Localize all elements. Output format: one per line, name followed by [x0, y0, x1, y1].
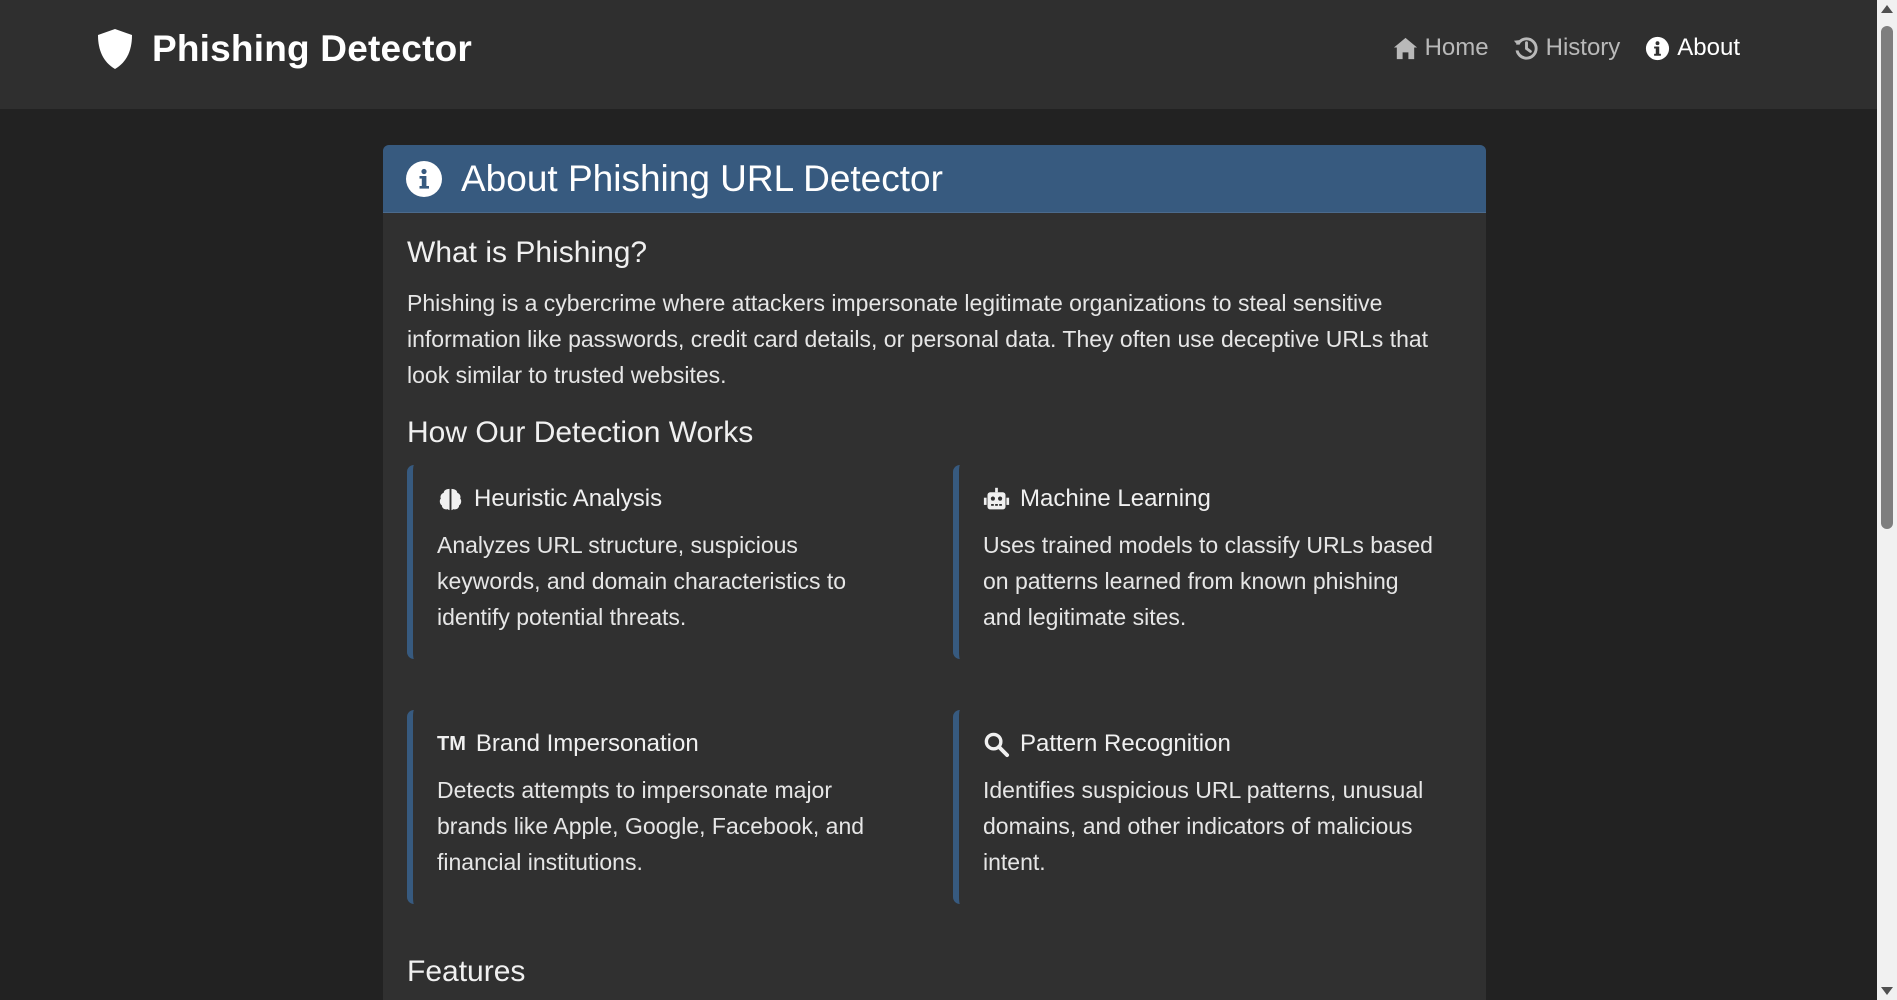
- brain-icon: [439, 488, 462, 510]
- page: Phishing Detector Home History About Abo…: [0, 0, 1897, 1000]
- brand-link[interactable]: Phishing Detector: [96, 28, 472, 70]
- scroll-up-arrow[interactable]: [1881, 5, 1893, 13]
- page-scrollbar[interactable]: [1877, 0, 1897, 1000]
- features-heading: Features: [407, 955, 526, 988]
- card-header: About Phishing URL Detector: [383, 145, 1486, 213]
- method-title-row: TM Brand Impersonation: [437, 730, 899, 758]
- method-title-row: Heuristic Analysis: [437, 485, 899, 513]
- brand-title: Phishing Detector: [152, 28, 472, 69]
- nav-links: Home History About: [1392, 34, 1740, 62]
- method-card-machine-learning: Machine Learning Uses trained models to …: [953, 465, 1445, 659]
- nav-history[interactable]: History: [1513, 34, 1621, 62]
- method-title: Brand Impersonation: [475, 730, 699, 757]
- method-card-pattern-recognition: Pattern Recognition Identifies suspiciou…: [953, 710, 1445, 904]
- scrollbar-thumb[interactable]: [1881, 26, 1893, 529]
- trademark-icon: TM: [437, 732, 466, 755]
- method-card-brand-impersonation: TM Brand Impersonation Detects attempts …: [407, 710, 899, 904]
- shield-icon: [98, 29, 132, 69]
- what-is-phishing-text: Phishing is a cybercrime where attackers…: [407, 290, 1429, 388]
- method-title-row: Machine Learning: [983, 485, 1445, 513]
- method-title-row: Pattern Recognition: [983, 730, 1445, 758]
- nav-history-label: History: [1545, 34, 1621, 61]
- scroll-down-arrow[interactable]: [1881, 987, 1893, 995]
- robot-icon: [983, 487, 1010, 509]
- nav-about-label: About: [1677, 34, 1740, 61]
- method-title: Machine Learning: [1020, 485, 1211, 512]
- nav-about[interactable]: About: [1644, 34, 1740, 62]
- how-detection-works-heading: How Our Detection Works: [407, 416, 754, 449]
- method-description: Analyzes URL structure, suspicious keywo…: [437, 532, 847, 630]
- method-title: Pattern Recognition: [1020, 730, 1231, 757]
- method-card-heuristic: Heuristic Analysis Analyzes URL structur…: [407, 465, 899, 659]
- search-icon: [984, 732, 1010, 757]
- info-circle-icon: [406, 160, 442, 197]
- what-is-phishing-heading: What is Phishing?: [407, 236, 648, 269]
- nav-home-label: Home: [1424, 34, 1489, 61]
- method-description: Identifies suspicious URL patterns, unus…: [983, 777, 1424, 875]
- page-title: About Phishing URL Detector: [461, 157, 943, 199]
- about-card: About Phishing URL Detector What is Phis…: [383, 145, 1486, 1000]
- method-title: Heuristic Analysis: [474, 485, 663, 512]
- nav-home[interactable]: Home: [1392, 34, 1489, 62]
- home-icon: [1393, 37, 1417, 59]
- method-description: Uses trained models to classify URLs bas…: [983, 532, 1433, 630]
- info-icon: [1646, 36, 1670, 60]
- navbar: Phishing Detector Home History About: [0, 0, 1877, 109]
- method-description: Detects attempts to impersonate major br…: [437, 777, 865, 875]
- history-icon: [1513, 36, 1538, 60]
